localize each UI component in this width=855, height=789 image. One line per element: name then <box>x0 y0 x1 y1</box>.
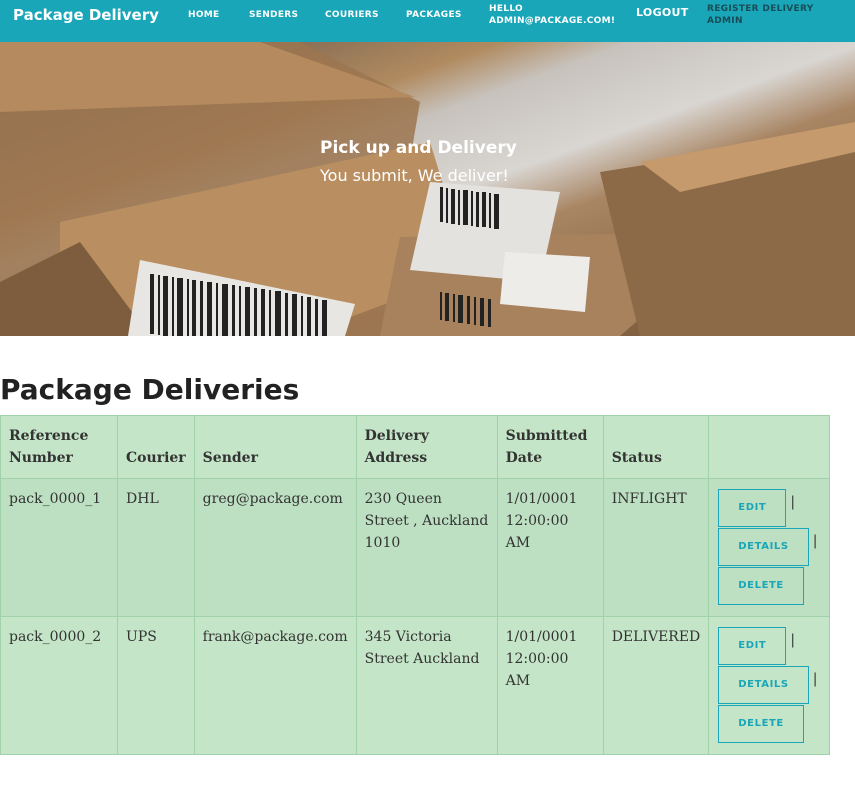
cell-sender: frank@package.com <box>193 616 357 755</box>
hero-boxes-image <box>0 42 855 336</box>
header-sender: Sender <box>193 415 357 479</box>
header-status: Status <box>602 415 710 479</box>
cell-actions: EDIT | DETAILS | DELETE <box>708 616 830 755</box>
cell-courier: DHL <box>117 478 195 617</box>
details-button[interactable]: DETAILS <box>718 666 809 704</box>
action-separator: | <box>812 533 818 549</box>
table-row: pack_0000_1 DHL greg@package.com 230 Que… <box>0 478 830 617</box>
cell-courier: UPS <box>117 616 195 755</box>
nav-home-link[interactable]: HOME <box>188 9 220 21</box>
action-separator: | <box>790 494 796 510</box>
nav-senders-link[interactable]: SENDERS <box>249 9 298 21</box>
nav-account-link[interactable]: HELLO ADMIN@PACKAGE.COM! <box>489 3 619 27</box>
cell-address: 230 Queen Street , Auckland 1010 <box>355 478 498 617</box>
cell-actions: EDIT | DETAILS | DELETE <box>708 478 830 617</box>
table-header-row: Reference Number Courier Sender Delivery… <box>0 415 830 479</box>
nav-packages-link[interactable]: PACKAGES <box>406 9 462 21</box>
nav-register-link[interactable]: REGISTER DELIVERY ADMIN <box>707 3 827 27</box>
cell-reference: pack_0000_1 <box>0 478 119 617</box>
cell-date: 1/01/0001 12:00:00 AM <box>496 478 604 617</box>
action-separator: | <box>812 671 818 687</box>
action-separator: | <box>790 632 796 648</box>
cell-status: INFLIGHT <box>602 478 710 617</box>
header-courier: Courier <box>117 415 195 479</box>
cell-reference: pack_0000_2 <box>0 616 119 755</box>
header-delivery-address: Delivery Address <box>355 415 498 479</box>
cell-date: 1/01/0001 12:00:00 AM <box>496 616 604 755</box>
hero-title: Pick up and Delivery <box>320 138 517 158</box>
details-button[interactable]: DETAILS <box>718 528 809 566</box>
brand-link[interactable]: Package Delivery <box>13 6 159 24</box>
page-title: Package Deliveries <box>0 373 300 406</box>
deliveries-table: Reference Number Courier Sender Delivery… <box>0 415 830 755</box>
header-submitted-date: Submitted Date <box>496 415 604 479</box>
logout-button[interactable]: LOGOUT <box>636 7 689 19</box>
cell-sender: greg@package.com <box>193 478 357 617</box>
edit-button[interactable]: EDIT <box>718 627 787 665</box>
header-actions <box>708 415 830 479</box>
edit-button[interactable]: EDIT <box>718 489 787 527</box>
cell-address: 345 Victoria Street Auckland <box>355 616 498 755</box>
top-navbar: Package Delivery HOME SENDERS COURIERS P… <box>0 0 855 42</box>
hero-banner: Pick up and Delivery You submit, We deli… <box>0 42 855 336</box>
nav-couriers-link[interactable]: COURIERS <box>325 9 379 21</box>
delete-button[interactable]: DELETE <box>718 567 804 605</box>
header-reference-number: Reference Number <box>0 415 119 479</box>
cell-status: DELIVERED <box>602 616 710 755</box>
table-row: pack_0000_2 UPS frank@package.com 345 Vi… <box>0 616 830 755</box>
hero-subtitle: You submit, We deliver! <box>320 166 509 185</box>
delete-button[interactable]: DELETE <box>718 705 804 743</box>
